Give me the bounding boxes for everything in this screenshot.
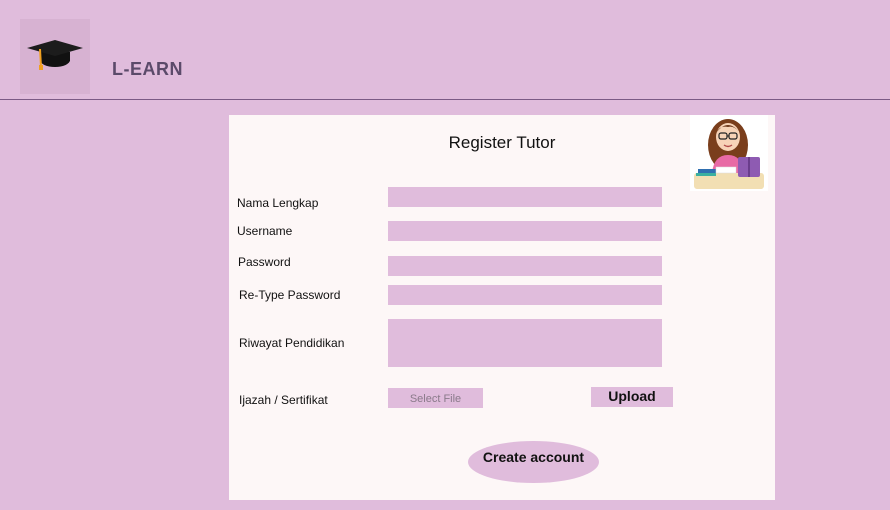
password-field[interactable]	[388, 256, 662, 276]
education-history-field[interactable]	[388, 319, 662, 367]
username-field[interactable]	[388, 221, 662, 241]
retype-password-field[interactable]	[388, 285, 662, 305]
username-label: Username	[237, 224, 293, 238]
tutor-reading-illustration	[690, 115, 768, 191]
full-name-field[interactable]	[388, 187, 662, 207]
education-history-label: Riwayat Pendidikan	[239, 336, 345, 350]
brand-name: L-EARN	[112, 59, 183, 79]
header-divider	[0, 99, 890, 100]
create-account-button[interactable]: Create account	[468, 441, 599, 483]
graduation-cap-icon	[27, 40, 83, 70]
retype-password-label: Re-Type Password	[239, 288, 341, 302]
upload-button[interactable]: Upload	[591, 387, 673, 407]
full-name-label: Nama Lengkap	[237, 196, 319, 210]
header: L-EARN	[0, 0, 890, 100]
logo[interactable]	[20, 19, 90, 94]
register-card: Register Tutor Nama Lengkap Username Pas…	[229, 115, 775, 500]
select-file-button[interactable]: Select File	[388, 388, 483, 408]
password-label: Password	[238, 255, 291, 269]
certificate-label: Ijazah / Sertifikat	[239, 393, 328, 407]
